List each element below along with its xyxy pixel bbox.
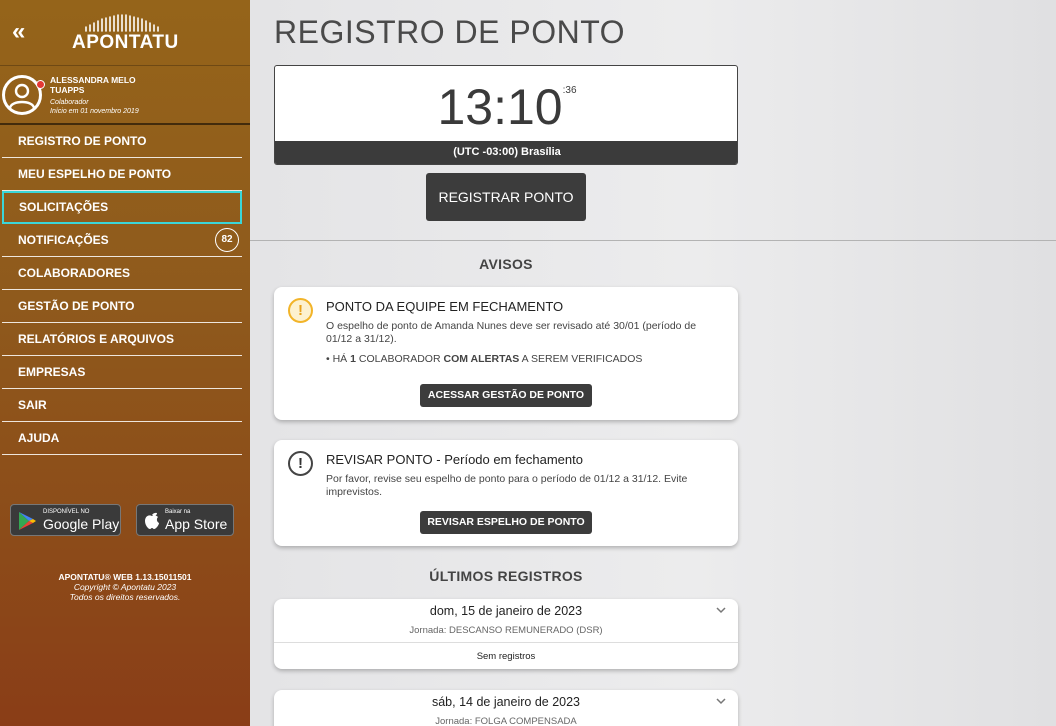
logo-bar: « APONTATU — [0, 0, 250, 66]
sidebar-item-label: REGISTRO DE PONTO — [18, 134, 147, 148]
review-timesheet-button[interactable]: REVISAR ESPELHO DE PONTO — [420, 511, 592, 534]
google-play-big-text: Google Play — [43, 516, 120, 532]
sidebar: « APONTATU ALESSANDRA MELO TUAPPS Colabo… — [0, 0, 250, 726]
user-icon — [8, 83, 36, 109]
sidebar-item-registro-de-ponto[interactable]: REGISTRO DE PONTO — [2, 125, 242, 158]
sidebar-footer: APONTATU® WEB 1.13.15011501 Copyright © … — [0, 572, 250, 602]
sidebar-item-notificacoes[interactable]: NOTIFICAÇÕES 82 — [2, 224, 242, 257]
google-play-small-text: DISPONÍVEL NO — [43, 509, 90, 515]
sidebar-menu: REGISTRO DE PONTO MEU ESPELHO DE PONTO S… — [0, 125, 250, 455]
app-store-big-text: App Store — [165, 516, 228, 532]
user-profile[interactable]: ALESSANDRA MELO TUAPPS Colaborador Iníci… — [0, 67, 250, 125]
card-title: PONTO DA EQUIPE EM FECHAMENTO — [326, 299, 564, 314]
card-alert-line: • HÁ 1 COLABORADOR COM ALERTAS A SEREM V… — [326, 353, 716, 366]
notice-card-review-point: ! REVISAR PONTO - Período em fechamento … — [274, 440, 738, 546]
alert-prefix: • HÁ — [326, 353, 351, 365]
collapse-sidebar-icon[interactable]: « — [12, 20, 25, 44]
clock-panel: 13:10:36 (UTC -03:00) Brasília — [274, 65, 738, 165]
main-content: REGISTRO DE PONTO 13:10:36 (UTC -03:00) … — [250, 0, 1056, 726]
clock-seconds: :36 — [562, 85, 577, 96]
sidebar-item-label: COLABORADORES — [18, 266, 131, 280]
alert-suffix: A SEREM VERIFICADOS — [519, 353, 643, 365]
sidebar-item-label: MEU ESPELHO DE PONTO — [18, 167, 172, 181]
access-point-management-button[interactable]: ACESSAR GESTÃO DE PONTO — [420, 384, 592, 407]
card-title: REVISAR PONTO - Período em fechamento — [326, 452, 583, 467]
warning-icon: ! — [288, 298, 313, 323]
alert-mid: COLABORADOR — [355, 353, 444, 365]
sidebar-item-gestao-de-ponto[interactable]: GESTÃO DE PONTO — [2, 290, 242, 323]
sidebar-item-solicitacoes[interactable]: SOLICITAÇÕES — [2, 191, 242, 224]
sidebar-item-meu-espelho-de-ponto[interactable]: MEU ESPELHO DE PONTO — [2, 158, 242, 191]
card-text: Por favor, revise seu espelho de ponto p… — [326, 473, 688, 498]
chevron-down-icon[interactable] — [716, 605, 726, 615]
sidebar-item-label: AJUDA — [18, 431, 60, 445]
clock-hours-minutes: 13:10 — [437, 79, 563, 135]
sidebar-item-label: RELATÓRIOS E ARQUIVOS — [18, 332, 175, 346]
sidebar-item-sair[interactable]: SAIR — [2, 389, 242, 422]
apontatu-logo[interactable]: APONTATU — [72, 14, 179, 54]
copyright-text: Copyright © Apontatu 2023 — [73, 582, 177, 592]
page-title: REGISTRO DE PONTO — [274, 14, 626, 50]
alert-bold: COM ALERTAS — [443, 353, 520, 365]
logo-text: APONTATU — [72, 32, 179, 53]
record-card[interactable]: dom, 15 de janeiro de 2023 Jornada: DESC… — [274, 599, 738, 669]
clock-timezone: (UTC -03:00) Brasília — [275, 141, 737, 164]
sidebar-item-label: SAIR — [18, 398, 47, 412]
record-date: dom, 15 de janeiro de 2023 — [429, 604, 583, 618]
record-journey: Jornada: FOLGA COMPENSADA — [435, 716, 577, 726]
app-version: APONTATU® WEB 1.13.15011501 — [58, 572, 192, 582]
user-company: TUAPPS — [50, 85, 85, 95]
sidebar-item-label: NOTIFICAÇÕES — [18, 233, 109, 247]
chevron-down-icon[interactable] — [716, 696, 726, 706]
sidebar-item-label: GESTÃO DE PONTO — [18, 299, 135, 313]
info-alert-icon: ! — [288, 451, 313, 476]
clock-time: 13:10:36 — [275, 78, 737, 136]
avisos-heading: AVISOS — [479, 256, 533, 272]
apple-icon — [145, 512, 159, 529]
card-text: O espelho de ponto de Amanda Nunes deve … — [326, 320, 697, 345]
google-play-icon — [19, 512, 36, 530]
sidebar-item-relatorios-e-arquivos[interactable]: RELATÓRIOS E ARQUIVOS — [2, 323, 242, 356]
ultimos-registros-heading: ÚLTIMOS REGISTROS — [429, 568, 583, 584]
user-role: Colaborador — [50, 99, 89, 106]
user-name: ALESSANDRA MELO — [50, 75, 136, 85]
notification-count-badge: 82 — [215, 228, 239, 252]
avatar[interactable] — [2, 75, 45, 115]
app-store-button[interactable]: Baixar na App Store — [136, 504, 234, 536]
logo-bars-icon — [85, 14, 159, 32]
sidebar-item-label: EMPRESAS — [18, 365, 86, 379]
record-journey: Jornada: DESCANSO REMUNERADO (DSR) — [409, 625, 603, 636]
section-divider — [250, 240, 1056, 241]
sidebar-item-colaboradores[interactable]: COLABORADORES — [2, 257, 242, 290]
sidebar-item-empresas[interactable]: EMPRESAS — [2, 356, 242, 389]
register-point-button[interactable]: REGISTRAR PONTO — [426, 173, 586, 221]
sidebar-item-label: SOLICITAÇÕES — [19, 200, 109, 214]
rights-text: Todos os direitos reservados. — [69, 592, 181, 602]
record-card[interactable]: sáb, 14 de janeiro de 2023 Jornada: FOLG… — [274, 690, 738, 726]
google-play-button[interactable]: DISPONÍVEL NO Google Play — [10, 504, 121, 536]
sidebar-item-ajuda[interactable]: AJUDA — [2, 422, 242, 455]
notice-card-team-closing: ! PONTO DA EQUIPE EM FECHAMENTO O espelh… — [274, 287, 738, 420]
user-since: Início em 01 novembro 2019 — [50, 108, 139, 115]
record-empty-text: Sem registros — [476, 651, 536, 662]
notification-dot-icon — [36, 80, 45, 89]
record-separator — [274, 642, 738, 643]
app-store-small-text: Baixar na — [165, 509, 191, 515]
record-date: sáb, 14 de janeiro de 2023 — [431, 695, 581, 709]
